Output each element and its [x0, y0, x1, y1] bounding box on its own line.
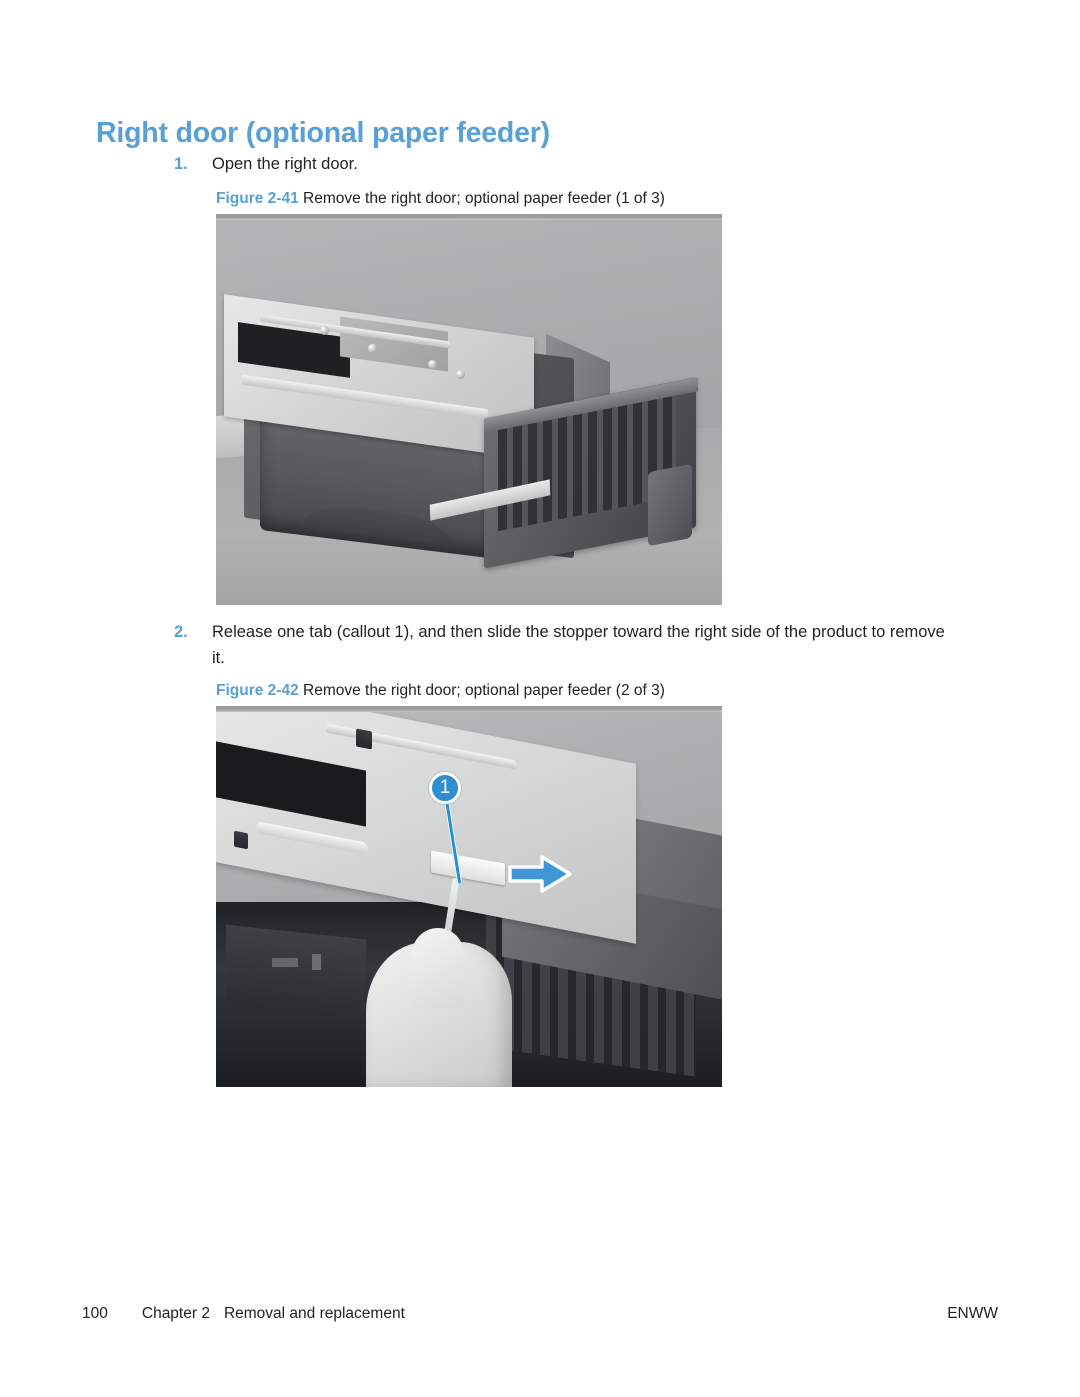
feeder-left-panel [226, 924, 366, 1020]
callout-marker-1: 1 [429, 772, 461, 804]
figure-label: Figure 2-41 [216, 190, 299, 207]
step-number: 2. [174, 623, 188, 641]
feeder-panel-slot [312, 954, 321, 970]
footer-left: 100 Chapter 2 Removal and replacement [82, 1305, 405, 1323]
footer-page-number: 100 [82, 1305, 108, 1322]
step-item-2: 2. Release one tab (callout 1), and then… [174, 620, 946, 671]
page-title: Right door (optional paper feeder) [96, 117, 550, 150]
footer-locale: ENWW [947, 1305, 998, 1322]
figure-caption: Figure 2-41 Remove the right door; optio… [216, 188, 722, 210]
figure-block-2-41: Figure 2-41 Remove the right door; optio… [216, 188, 722, 605]
screw-icon [456, 370, 465, 379]
footer-chapter: Chapter 2 [141, 1305, 210, 1322]
feeder-panel-tab [272, 958, 298, 967]
figure-caption-text: Remove the right door; optional paper fe… [303, 190, 665, 207]
figure-caption-text: Remove the right door; optional paper fe… [303, 682, 665, 699]
screw-icon [428, 360, 437, 369]
footer-chapter-title: Removal and replacement [223, 1305, 405, 1322]
step-text: Release one tab (callout 1), and then sl… [212, 623, 945, 667]
figure-photo-feeder-door-open [216, 220, 722, 605]
page-footer: 100 Chapter 2 Removal and replacement EN… [82, 1305, 998, 1323]
figure-caption: Figure 2-42 Remove the right door; optio… [216, 680, 722, 702]
step-number: 1. [174, 155, 188, 173]
screw-icon [368, 344, 377, 353]
screw-icon [320, 326, 329, 335]
figure-label: Figure 2-42 [216, 682, 299, 699]
step-text: Open the right door. [212, 155, 358, 173]
technician-finger [412, 928, 464, 1008]
feeder-post [356, 728, 372, 750]
document-page: Right door (optional paper feeder) 1. Op… [0, 0, 1080, 1397]
figure-block-2-42: Figure 2-42 Remove the right door; optio… [216, 680, 722, 1087]
figure-photo-release-tab: 1 [216, 712, 722, 1087]
step-item-1: 1. Open the right door. [174, 152, 946, 178]
feeder-post-secondary [234, 830, 248, 850]
action-arrow-right-icon [508, 855, 572, 893]
right-door-hinge [648, 463, 692, 547]
